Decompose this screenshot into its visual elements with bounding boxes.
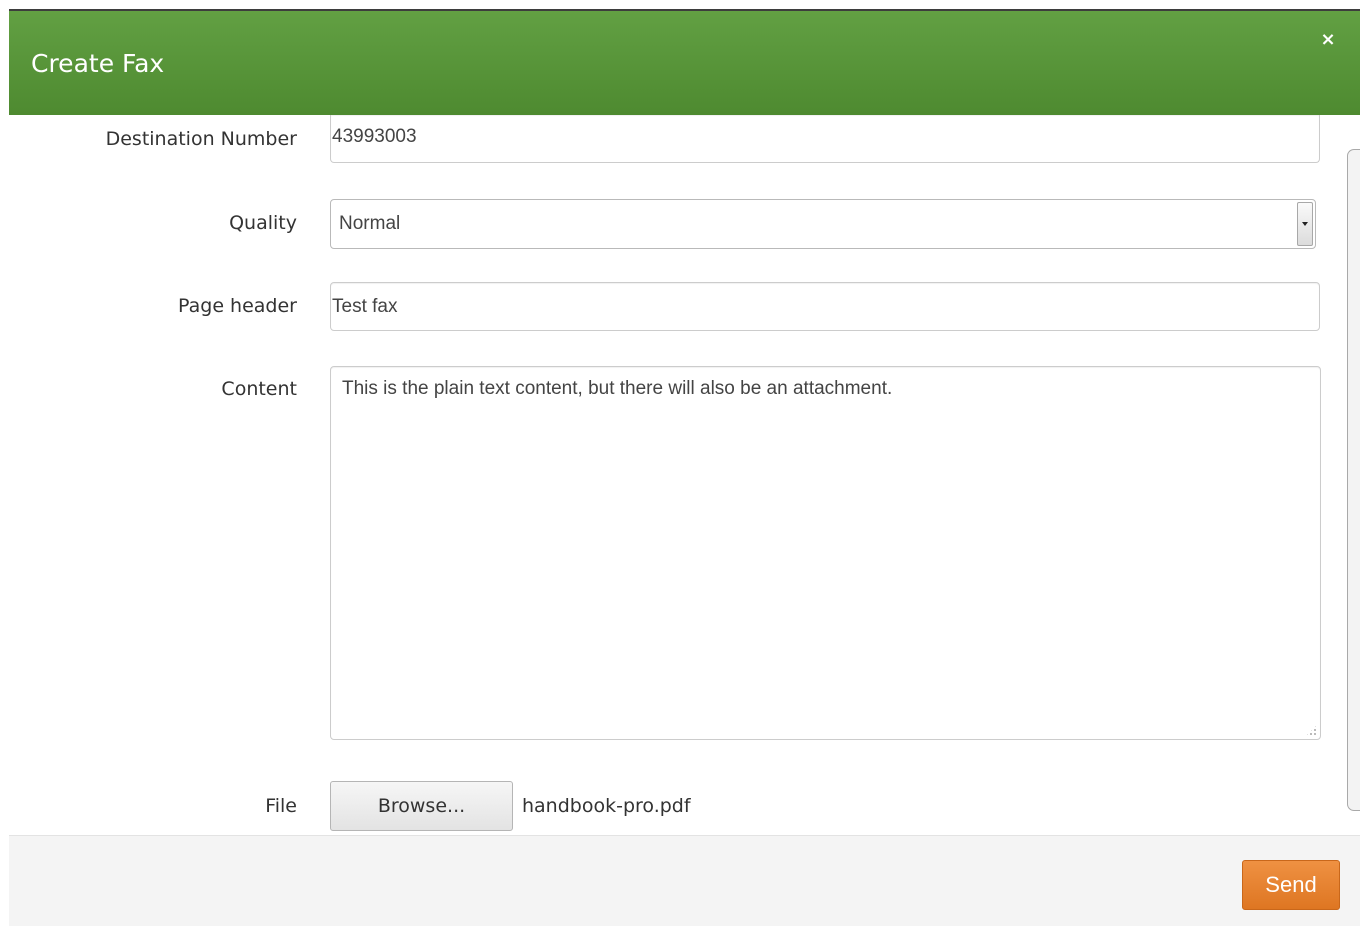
destination-row: Destination Number 43993003 <box>9 115 1321 165</box>
send-button[interactable]: Send <box>1242 860 1340 910</box>
page-header-label: Page header <box>178 295 297 317</box>
resize-grip-icon[interactable] <box>1305 724 1318 737</box>
destination-label: Destination Number <box>105 128 297 150</box>
file-label: File <box>265 795 297 817</box>
quality-select[interactable]: Normal <box>330 199 1316 249</box>
close-icon[interactable]: × <box>1320 31 1336 49</box>
quality-label: Quality <box>229 212 297 234</box>
dialog-header: Create Fax × <box>9 11 1360 115</box>
create-fax-dialog: Create Fax × Destination Number 43993003… <box>9 9 1360 926</box>
dropdown-arrow-icon[interactable] <box>1297 202 1313 246</box>
selected-file-name: handbook-pro.pdf <box>522 795 691 817</box>
destination-input[interactable]: 43993003 <box>330 115 1320 163</box>
browse-button[interactable]: Browse... <box>330 781 513 831</box>
content-text: This is the plain text content, but ther… <box>342 378 893 399</box>
dialog-title: Create Fax <box>31 49 165 78</box>
content-row: Content This is the plain text content, … <box>9 366 1321 742</box>
page-header-row: Page header Test fax <box>9 282 1321 332</box>
dialog-body: Destination Number 43993003 Quality Norm… <box>9 115 1360 835</box>
scrollbar-thumb[interactable] <box>1347 149 1360 811</box>
dialog-footer: Send <box>9 835 1360 926</box>
content-label: Content <box>221 378 297 400</box>
quality-row: Quality Normal <box>9 199 1321 249</box>
file-row: File Browse... handbook-pro.pdf <box>9 781 1321 833</box>
content-textarea[interactable]: This is the plain text content, but ther… <box>330 366 1321 740</box>
quality-selected-value: Normal <box>339 213 401 234</box>
page-header-input[interactable]: Test fax <box>330 282 1320 331</box>
